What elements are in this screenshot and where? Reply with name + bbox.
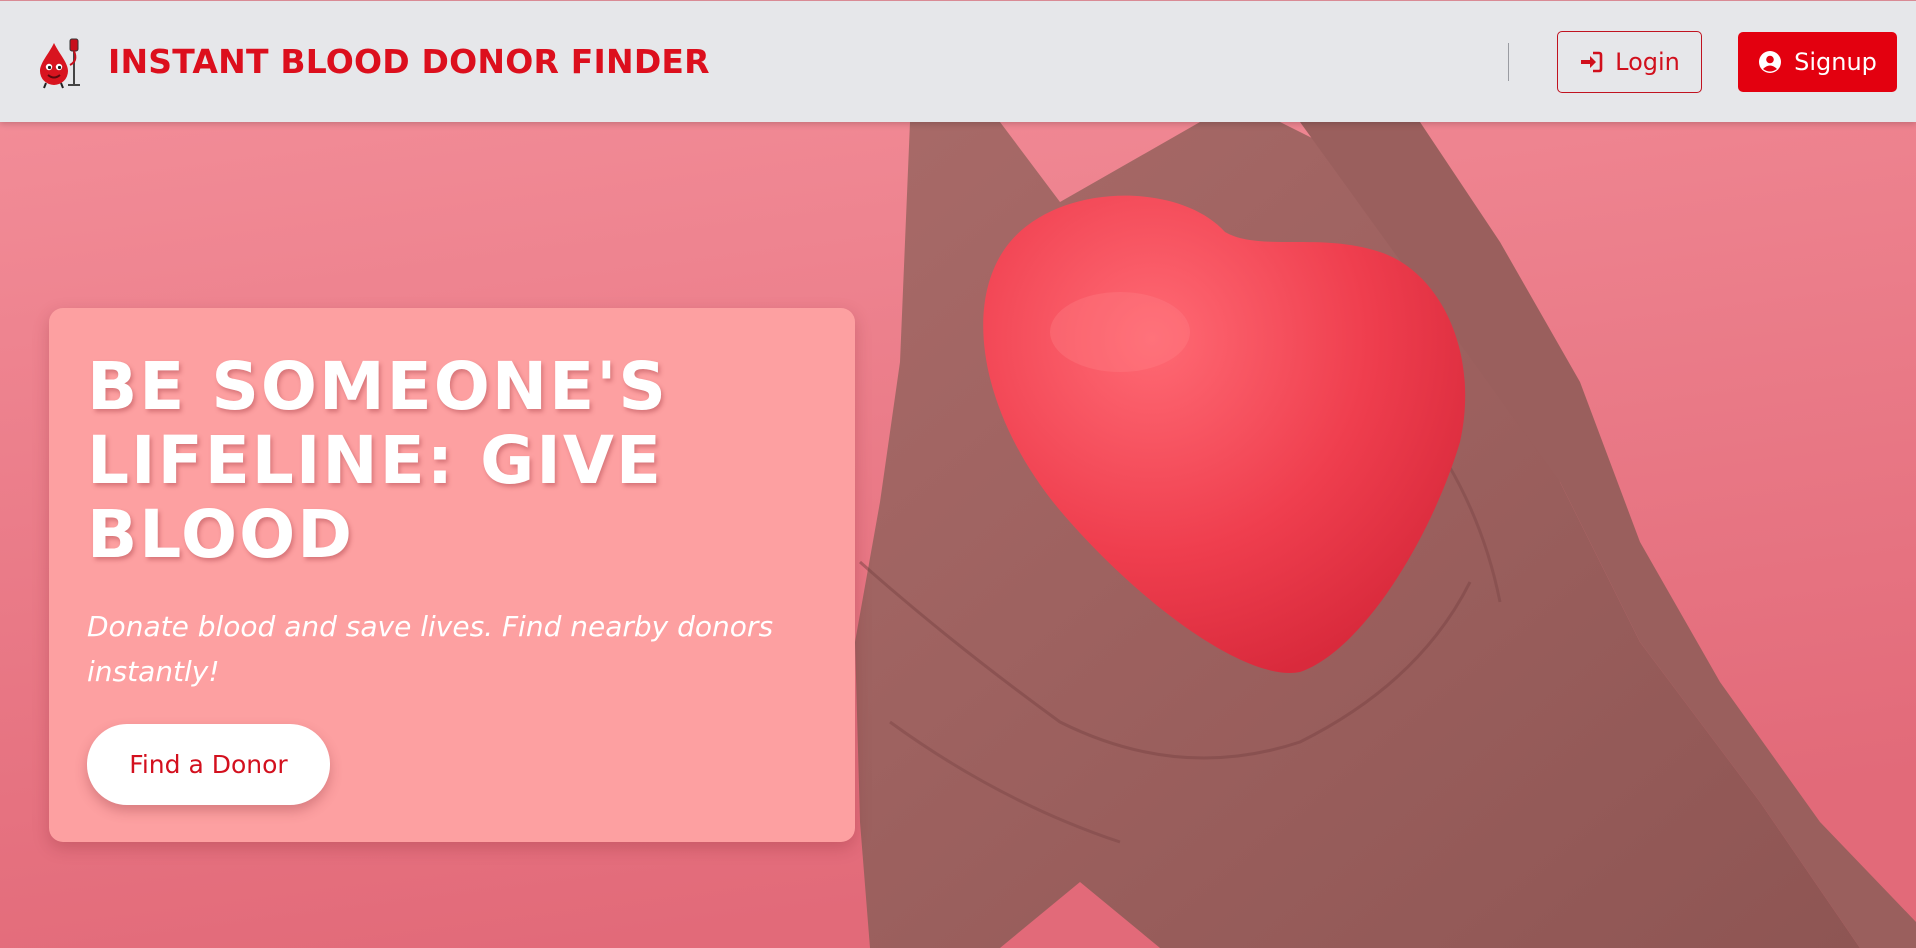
hero-subtitle: Donate blood and save lives. Find nearby… <box>87 610 774 688</box>
navbar: INSTANT BLOOD DONOR FINDER Login Signup <box>0 0 1916 122</box>
brand[interactable]: INSTANT BLOOD DONOR FINDER <box>34 35 710 89</box>
navbar-divider <box>1508 43 1509 81</box>
hero-section: BE SOMEONE'S LIFELINE: GIVE BLOOD Donate… <box>0 122 1916 948</box>
brand-title: INSTANT BLOOD DONOR FINDER <box>108 42 710 81</box>
hero-card: BE SOMEONE'S LIFELINE: GIVE BLOOD Donate… <box>49 308 855 842</box>
blood-drop-mascot-icon <box>40 38 80 89</box>
hero-headline: BE SOMEONE'S LIFELINE: GIVE BLOOD <box>87 348 668 573</box>
user-circle-icon <box>1759 51 1782 73</box>
login-label: Login <box>1615 48 1680 76</box>
sign-in-icon <box>1581 51 1603 73</box>
signup-button[interactable]: Signup <box>1738 32 1897 92</box>
find-donor-button[interactable]: Find a Donor <box>87 724 330 805</box>
signup-label: Signup <box>1794 48 1877 76</box>
login-button[interactable]: Login <box>1557 31 1702 93</box>
